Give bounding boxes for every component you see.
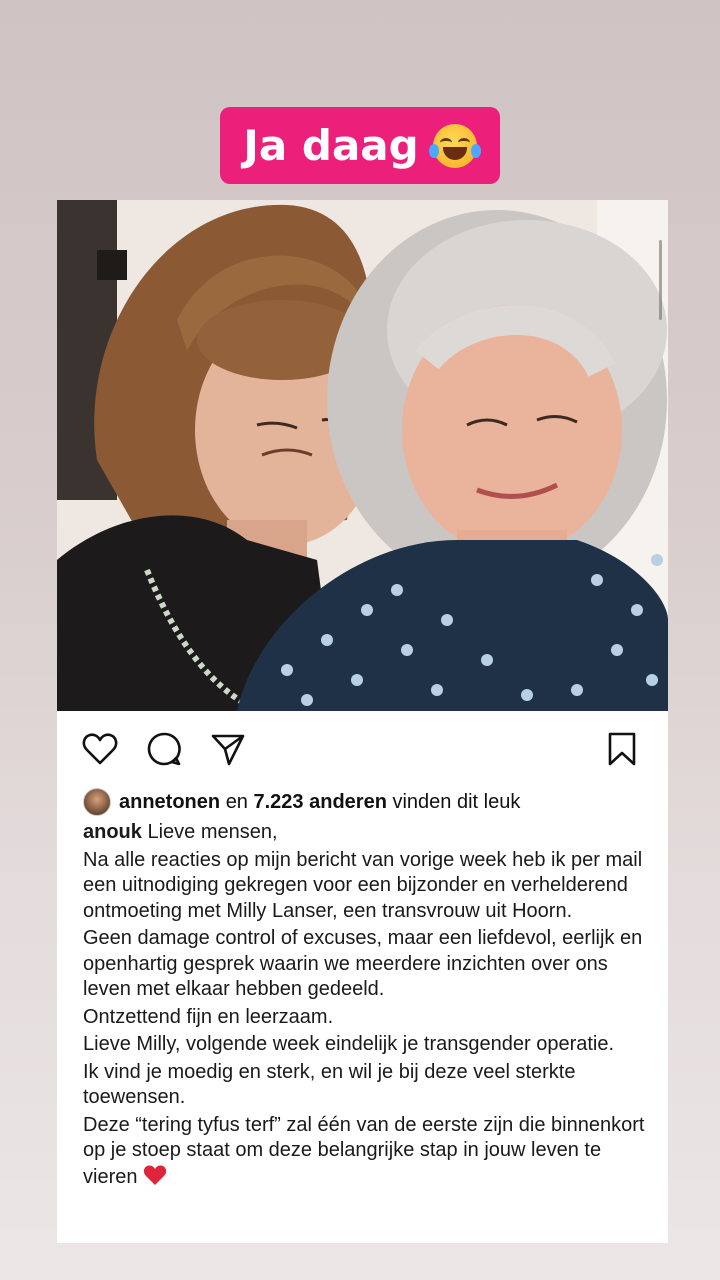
instagram-post-card: annetonen en 7.223 anderen vinden dit le… <box>57 200 668 1243</box>
liker-username[interactable]: annetonen <box>119 791 220 813</box>
heart-icon[interactable] <box>81 730 119 768</box>
caption-paragraph: Deze “tering tyfus terf” zal één van de … <box>83 1113 645 1188</box>
avatar[interactable] <box>83 788 111 816</box>
sticker-text: Ja daag <box>243 121 419 170</box>
caption-paragraph: Ik vind je moedig en sterk, en wil je bi… <box>83 1060 576 1109</box>
caption-paragraph: Lieve Milly, volgende week eindelijk je … <box>83 1033 615 1055</box>
likes-count[interactable]: 7.223 anderen <box>254 791 387 813</box>
laughing-emoji-icon <box>428 123 481 168</box>
post-caption: anouk Lieve mensen, Na alle reacties op … <box>83 820 653 1192</box>
bookmark-icon[interactable] <box>603 730 641 768</box>
caption-opening: Lieve mensen, <box>147 821 278 843</box>
post-photo[interactable] <box>57 200 668 711</box>
likes-suffix: vinden dit leuk <box>392 790 521 813</box>
red-heart-icon <box>143 1164 167 1188</box>
photo-scroll-indicator <box>659 240 662 320</box>
share-icon[interactable] <box>209 730 247 768</box>
likes-summary[interactable]: annetonen en 7.223 anderen vinden dit le… <box>83 788 520 816</box>
caption-paragraph: Na alle reacties op mijn bericht van vor… <box>83 848 643 922</box>
comment-icon[interactable] <box>145 730 183 768</box>
selfie-illustration <box>57 200 668 711</box>
caption-paragraph: Geen damage control of excuses, maar een… <box>83 927 643 1000</box>
post-actions-bar <box>81 730 643 770</box>
caption-author[interactable]: anouk <box>83 821 142 843</box>
likes-connector: en <box>225 790 248 813</box>
story-sticker: Ja daag <box>220 107 500 184</box>
caption-paragraph: Ontzettend fijn en leerzaam. <box>83 1005 334 1028</box>
